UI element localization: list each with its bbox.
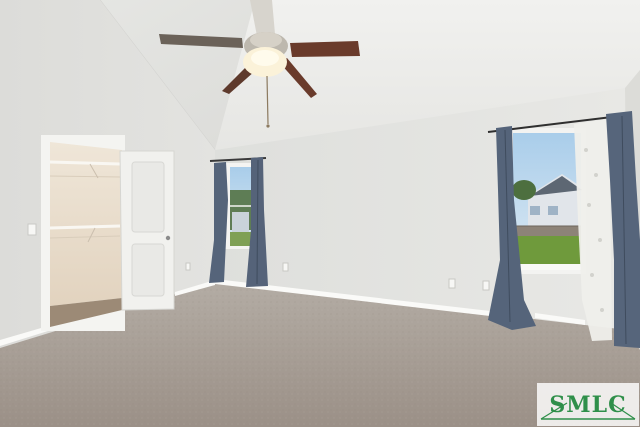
- outlet: [282, 262, 289, 272]
- smlc-watermark-logo: SMLC: [537, 383, 639, 426]
- outlet: [448, 278, 456, 289]
- outlet: [185, 262, 191, 271]
- closet-door: [119, 150, 175, 311]
- outlet: [482, 280, 490, 291]
- empty-bedroom-photo: SMLC: [0, 0, 640, 427]
- right-window: [508, 128, 586, 274]
- light-switch: [27, 223, 37, 236]
- closet-doorway: [41, 135, 125, 331]
- watermark-text: SMLC: [549, 392, 626, 418]
